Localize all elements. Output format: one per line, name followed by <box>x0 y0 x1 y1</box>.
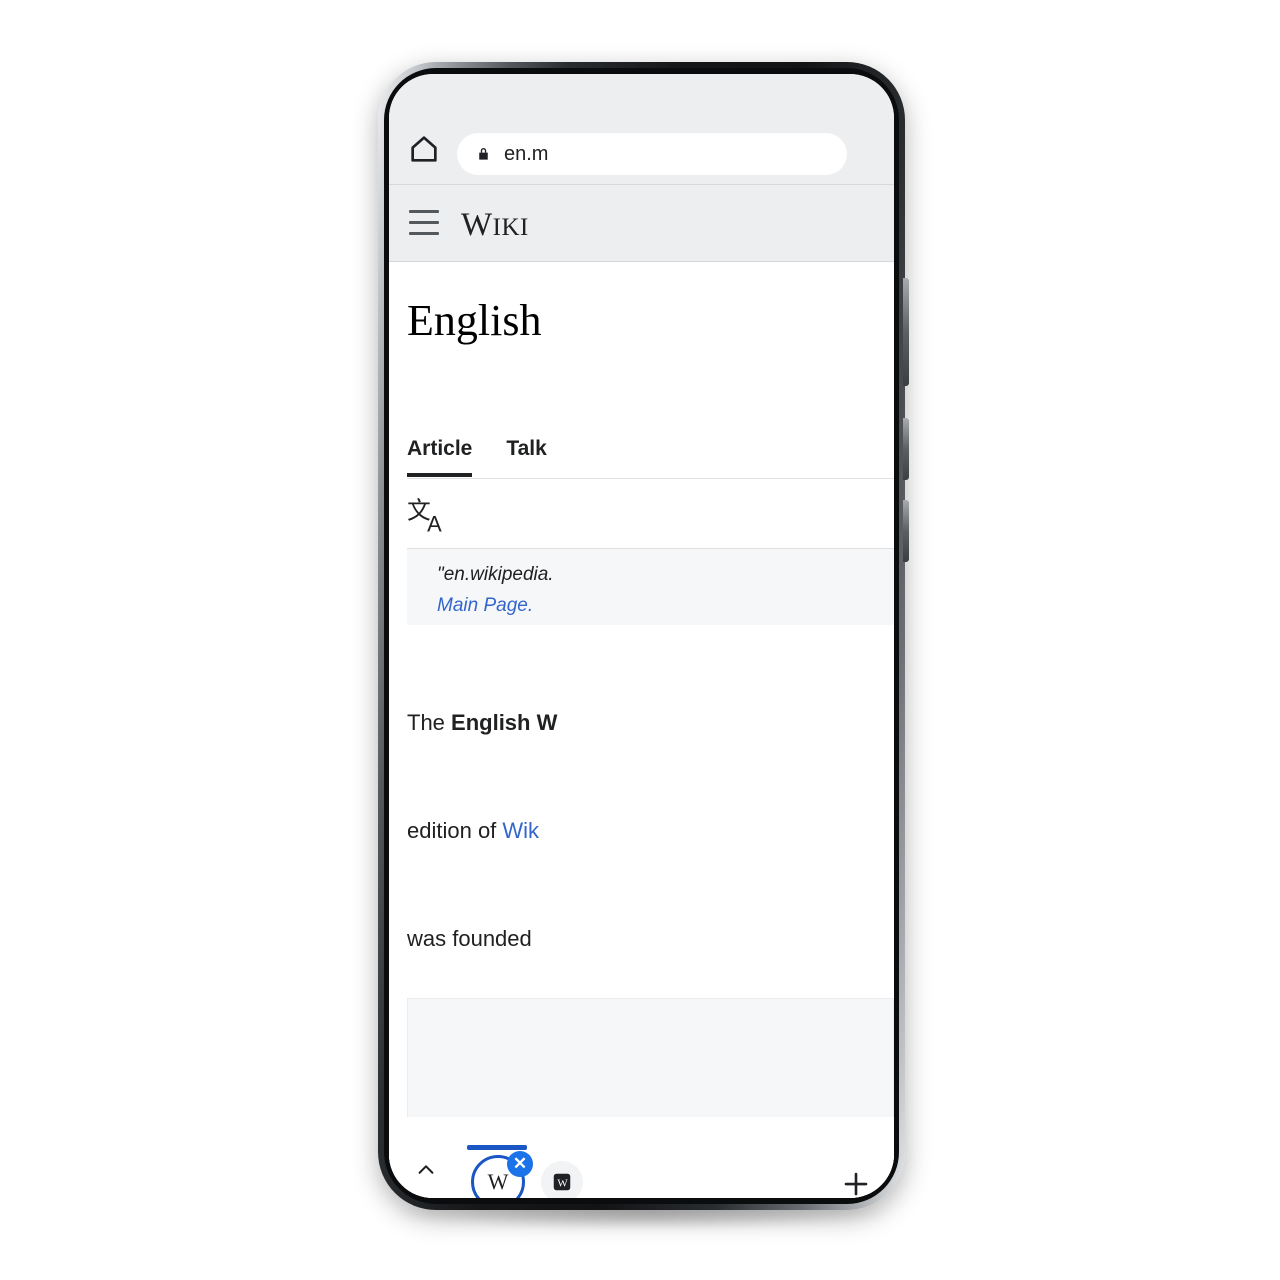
phone-screen: en.m WIKI English Article Talk 文 A "en.w… <box>389 74 894 1198</box>
url-text: en.m <box>504 142 549 165</box>
plus-icon[interactable] <box>841 1169 871 1198</box>
quote-link[interactable]: Main Page. <box>437 595 533 616</box>
page-title: English <box>407 296 542 345</box>
omnibox[interactable]: en.m <box>457 133 847 175</box>
tab-article[interactable]: Article <box>407 437 473 477</box>
home-icon[interactable] <box>407 132 441 166</box>
page-content: English Article Talk 文 A "en.wikipedia. … <box>389 263 894 1146</box>
hatnote-quote-box: "en.wikipedia. Main Page. <box>407 549 894 625</box>
phone-power-button[interactable] <box>903 418 909 480</box>
chevron-up-icon[interactable] <box>411 1159 441 1181</box>
browser-toolbar: en.m <box>389 74 894 184</box>
wordmark-rest: IKI <box>492 214 529 241</box>
wordmark-w: W <box>461 207 493 243</box>
svg-text:A: A <box>427 511 442 535</box>
hamburger-icon[interactable] <box>409 210 439 236</box>
tab-close-icon[interactable]: ✕ <box>507 1151 533 1177</box>
active-tab-indicator <box>467 1145 527 1150</box>
body-line: The English W <box>407 710 558 735</box>
article-tabs: Article Talk <box>407 437 547 477</box>
language-translate-icon[interactable]: 文 A <box>407 495 451 537</box>
phone-volume-button[interactable] <box>903 278 909 386</box>
svg-text:W: W <box>557 1178 568 1190</box>
body-line: was founded <box>407 926 538 951</box>
wikipedia-header-bar: WIKI <box>389 184 894 262</box>
tab-strip-surface <box>389 1146 894 1198</box>
tab-talk[interactable]: Talk <box>506 437 546 477</box>
body-line: edition of Wik <box>407 818 540 843</box>
tab-strip: W ✕ W <box>389 1117 894 1198</box>
favicon-letter: W <box>487 1169 509 1194</box>
body-bold: English W <box>451 710 558 735</box>
quote-line: "en.wikipedia. <box>437 564 554 585</box>
tabs-divider <box>407 478 894 479</box>
body-link[interactable]: Wik <box>502 818 539 843</box>
wikipedia-wordmark: WIKI <box>461 207 529 244</box>
screenshot-stage: en.m WIKI English Article Talk 文 A "en.w… <box>0 0 1280 1280</box>
tab-favicon-second[interactable]: W <box>541 1161 583 1198</box>
phone-side-button[interactable] <box>903 500 909 562</box>
lock-icon <box>475 144 492 164</box>
